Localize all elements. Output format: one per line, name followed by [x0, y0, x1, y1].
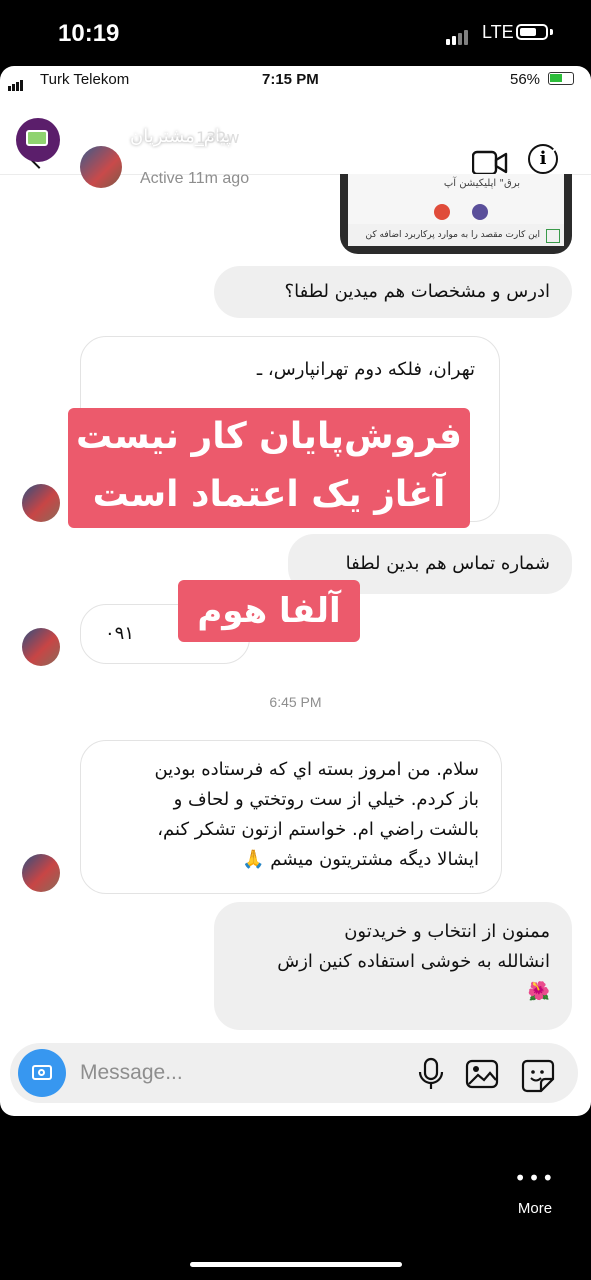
message-line: 🌺 — [527, 981, 550, 1002]
shared-card-caption-text: این کارت مقصد را به موارد پرکاربرد اضافه… — [365, 230, 540, 240]
microphone-icon[interactable] — [416, 1057, 446, 1091]
shared-card-top: برق" اپلیکیشن آپ — [348, 174, 564, 224]
promo-overlay: فروش‌پایان کار نیست آغاز یک اعتماد است — [68, 408, 470, 528]
envelope-icon — [26, 130, 48, 146]
story-age: 132w — [196, 128, 240, 147]
story-screen: Turk Telekom 7:15 PM 56% پیام_مشتریان 13… — [0, 66, 591, 1116]
message-line: سلام. من امروز بسته اي كه فرستاده بودين — [154, 759, 479, 780]
brand-overlay: آلفا هوم — [178, 580, 360, 642]
message-line: ممنون از انتخاب و خریدتون — [344, 921, 550, 942]
app-icon — [472, 204, 488, 220]
gallery-icon[interactable] — [465, 1059, 499, 1089]
chat-header: پیام_مشتریان 132w Active 11m ago i — [0, 94, 591, 188]
shared-card-text: برق" اپلیکیشن آپ — [443, 178, 520, 189]
message-timestamp: 6:45 PM — [269, 694, 322, 710]
message-bubble-received[interactable]: سلام. من امروز بسته اي كه فرستاده بودين … — [80, 740, 502, 894]
message-line: باز كردم. خيلي از ست روتختي و لحاف و — [173, 789, 479, 810]
battery-icon — [516, 24, 548, 40]
message-bubble-sent[interactable]: ممنون از انتخاب و خریدتون انشالله به خوش… — [214, 902, 572, 1030]
more-icon: ••• — [514, 1166, 556, 1190]
shared-post-card[interactable]: برق" اپلیکیشن آپ این کارت مقصد را به موا… — [340, 174, 572, 254]
brand-name: آلفا هوم — [197, 591, 341, 631]
app-icon — [434, 204, 450, 220]
message-composer[interactable]: Message... — [10, 1043, 578, 1103]
more-label: More — [517, 1200, 553, 1217]
camera-icon — [32, 1065, 52, 1080]
phone-status-bar: 10:19 LTE — [0, 0, 591, 66]
message-text: ۰۹۱ — [105, 623, 135, 644]
inner-signal-icon — [8, 74, 24, 91]
camera-button[interactable] — [18, 1049, 66, 1097]
video-call-icon[interactable] — [472, 150, 508, 176]
overlay-line-2: آغاز یک اعتماد است — [92, 474, 446, 515]
message-line: بالشت راضي ام. خواستم ازتون تشكر كنم، — [157, 819, 479, 840]
carrier-name: Turk Telekom — [40, 71, 130, 88]
message-line: ايشالا ديگه مشتريتون ميشم 🙏 — [242, 849, 479, 870]
message-text: ادرس و مشخصات هم میدین لطفا؟ — [284, 281, 550, 302]
shared-card-caption: این کارت مقصد را به موارد پرکاربرد اضافه… — [348, 224, 564, 246]
message-text: تهران، فلکه دوم تهرانپارس، ـ — [256, 359, 475, 380]
home-indicator[interactable] — [190, 1262, 402, 1267]
inner-time: 7:15 PM — [262, 71, 319, 88]
sender-avatar[interactable] — [22, 628, 60, 666]
story-avatar[interactable] — [16, 118, 60, 162]
checkbox-icon — [546, 229, 560, 243]
message-bubble-sent[interactable]: ادرس و مشخصات هم میدین لطفا؟ — [214, 266, 572, 318]
network-type: LTE — [482, 22, 514, 42]
more-button[interactable]: ••• More — [510, 1166, 560, 1217]
active-status: Active 11m ago — [140, 170, 250, 187]
sender-avatar[interactable] — [22, 484, 60, 522]
overlay-line-1: فروش‌پایان کار نیست — [75, 416, 462, 457]
inner-battery-icon — [548, 72, 574, 85]
sticker-icon[interactable] — [521, 1059, 555, 1093]
message-line: انشالله به خوشی استفاده کنین ازش — [277, 951, 550, 972]
inner-status-bar: Turk Telekom 7:15 PM 56% — [0, 66, 591, 94]
message-text: شماره تماس هم بدین لطفا — [345, 553, 550, 574]
status-time: 10:19 — [58, 20, 120, 47]
sender-avatar[interactable] — [22, 854, 60, 892]
battery-tip — [550, 29, 553, 35]
battery-percent: 56% — [510, 71, 541, 88]
message-input[interactable]: Message... — [80, 1061, 183, 1085]
signal-icon — [446, 26, 470, 45]
close-icon[interactable] — [546, 124, 580, 158]
contact-avatar[interactable] — [80, 146, 122, 188]
